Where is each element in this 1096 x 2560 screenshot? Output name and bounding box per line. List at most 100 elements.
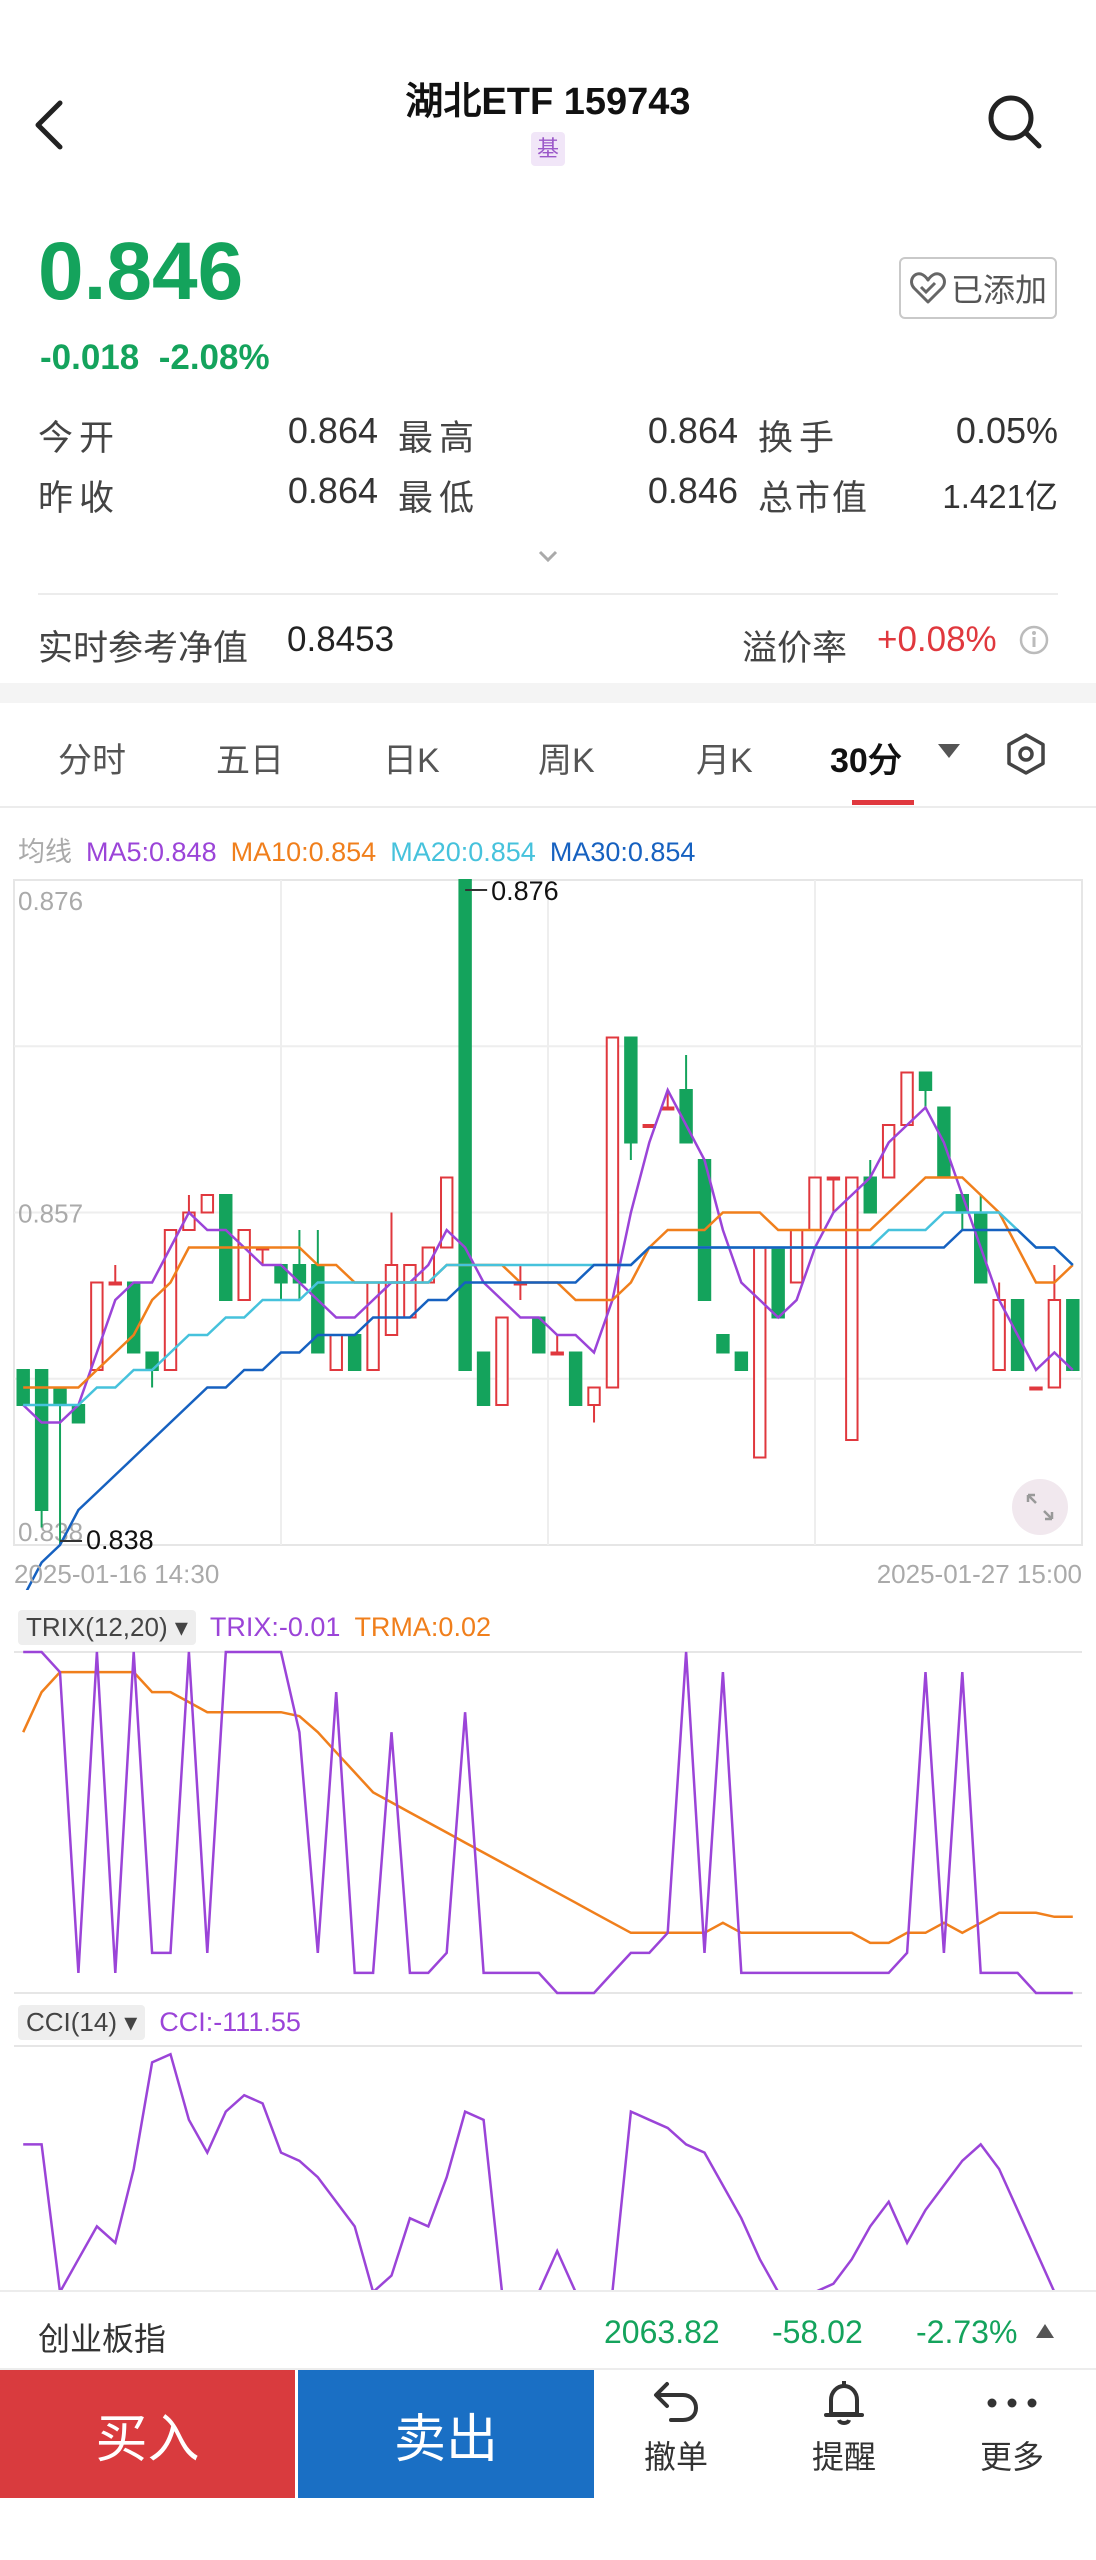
alert-label: 提醒 [811, 2439, 876, 2475]
index-name: 创业板指 [38, 2321, 167, 2357]
candle-body [53, 1386, 67, 1406]
candle-body [660, 1106, 675, 1111]
min-price-label: 0.838 [86, 1525, 154, 1555]
candle-body [734, 1351, 749, 1371]
trix-selector[interactable]: TRIX(12,20) ▾ [18, 1610, 196, 1645]
index-ticker-bar[interactable]: 创业板指 2063.82 -58.02 -2.73% [0, 2290, 1096, 2370]
trix-value: TRIX:-0.01 [209, 1612, 341, 1642]
caret-up-icon [1036, 2324, 1054, 2338]
candlestick-chart[interactable]: 0.8760.8570.8380.8760.8382025-01-16 14:3… [0, 870, 1096, 1590]
premium-value: +0.08% [877, 620, 997, 659]
chevron-down-icon [538, 550, 558, 563]
tab-intraday[interactable]: 分时 [58, 733, 126, 782]
price-change: -0.018 -2.08% [40, 338, 270, 378]
stat-label-prev-close: 昨收 [38, 479, 121, 518]
candle-body [1047, 1299, 1062, 1389]
fullscreen-button[interactable] [1012, 1479, 1068, 1535]
alert-button[interactable]: 提醒 [774, 2380, 914, 2478]
candle-body [90, 1281, 104, 1371]
candle-body [845, 1176, 859, 1441]
ma-legend-title: 均线 [18, 837, 72, 867]
change-percent: -2.08% [158, 338, 270, 377]
candle-body [347, 1334, 362, 1371]
undo-arrow-icon [654, 2382, 699, 2422]
search-button[interactable] [985, 92, 1045, 152]
more-button[interactable]: 更多 [942, 2380, 1082, 2478]
tab-daily-k[interactable]: 日K [383, 733, 440, 782]
expand-stats-button[interactable] [536, 548, 560, 568]
stat-label-turnover: 换手 [758, 419, 841, 458]
trma-value: TRMA:0.02 [354, 1612, 491, 1642]
stats-grid: 今开 0.864 最高 0.864 换手 0.05% 昨收 0.864 最低 0… [38, 410, 1058, 530]
chart-settings-button[interactable] [1004, 732, 1048, 776]
ma5-label: MA5:0.848 [86, 837, 217, 867]
tab-weekly-k[interactable]: 周K [538, 733, 595, 782]
candle-body [642, 1124, 656, 1128]
divider [38, 593, 1058, 595]
tab-30min[interactable]: 30分 [830, 733, 902, 782]
sell-button[interactable]: 卖出 [298, 2370, 594, 2498]
candle-body [495, 1316, 509, 1406]
stat-value-high: 0.864 [647, 410, 738, 451]
more-dots-icon [987, 2398, 1037, 2408]
heart-check-icon [910, 272, 946, 304]
cci-line [23, 2052, 1073, 2292]
buy-button[interactable]: 买入 [0, 2370, 295, 2498]
current-price: 0.846 [38, 226, 244, 317]
stat-label-low: 最低 [398, 479, 481, 518]
trix-line [23, 1650, 1073, 1995]
candle-body [476, 1351, 491, 1406]
candle-body [624, 1036, 638, 1144]
bell-icon [824, 2381, 864, 2425]
period-dropdown-button[interactable] [936, 742, 966, 762]
change-value: -0.018 [40, 338, 140, 377]
divider [0, 806, 1096, 808]
ma20-label: MA20:0.854 [390, 837, 536, 867]
candle-body [200, 1194, 215, 1214]
cci-chart[interactable] [0, 2042, 1096, 2292]
nav-value: 0.8453 [287, 620, 395, 659]
cancel-order-button[interactable]: 撤单 [606, 2380, 746, 2478]
trix-chart[interactable] [0, 1648, 1096, 1998]
section-gap [0, 683, 1096, 703]
stat-label-market-cap: 总市值 [758, 479, 870, 518]
settings-hexagon-icon [1007, 733, 1045, 775]
candle-body [808, 1176, 822, 1231]
cci-legend: CCI(14) ▾ CCI:-111.55 [18, 2005, 301, 2040]
candle-body [753, 1246, 767, 1459]
index-change-percent: -2.73% [916, 2314, 1018, 2350]
info-icon [1019, 625, 1049, 655]
stat-value-low: 0.846 [647, 470, 738, 511]
added-label: 已添加 [950, 272, 1047, 308]
candle-body [1066, 1299, 1080, 1371]
cci-selector[interactable]: CCI(14) ▾ [18, 2005, 146, 2040]
ma-legend: 均线 MA5:0.848 MA10:0.854 MA20:0.854 MA30:0.85… [18, 830, 709, 869]
candle-body [329, 1334, 343, 1371]
candle-body [918, 1071, 933, 1091]
candle-body [900, 1071, 914, 1126]
candle-body [108, 1281, 122, 1286]
info-button[interactable] [1018, 624, 1050, 656]
candle-body [992, 1299, 1006, 1371]
x-start-label: 2025-01-16 14:30 [14, 1559, 219, 1589]
tab-five-day[interactable]: 五日 [216, 733, 284, 782]
candle-body [1029, 1386, 1043, 1391]
candle-body [384, 1264, 399, 1336]
candle-body [34, 1369, 49, 1511]
ma30-label: MA30:0.854 [549, 837, 696, 867]
candle-body [237, 1229, 251, 1301]
candle-body [126, 1281, 141, 1354]
candle-body [789, 1229, 804, 1284]
active-tab-indicator [852, 800, 914, 805]
stat-value-open: 0.864 [287, 410, 378, 451]
candle-body [403, 1264, 417, 1319]
stat-value-market-cap: 1.421亿 [942, 478, 1058, 515]
trix-legend: TRIX(12,20) ▾ TRIX:-0.01 TRMA:0.02 [18, 1610, 491, 1645]
candle-body [458, 879, 472, 1371]
candle-body [550, 1351, 564, 1356]
stat-value-turnover: 0.05% [955, 410, 1058, 451]
stat-label-high: 最高 [398, 419, 481, 458]
tab-monthly-k[interactable]: 月K [696, 733, 753, 782]
watchlist-added-button[interactable]: 已添加 [899, 257, 1057, 319]
candle-body [605, 1036, 620, 1389]
